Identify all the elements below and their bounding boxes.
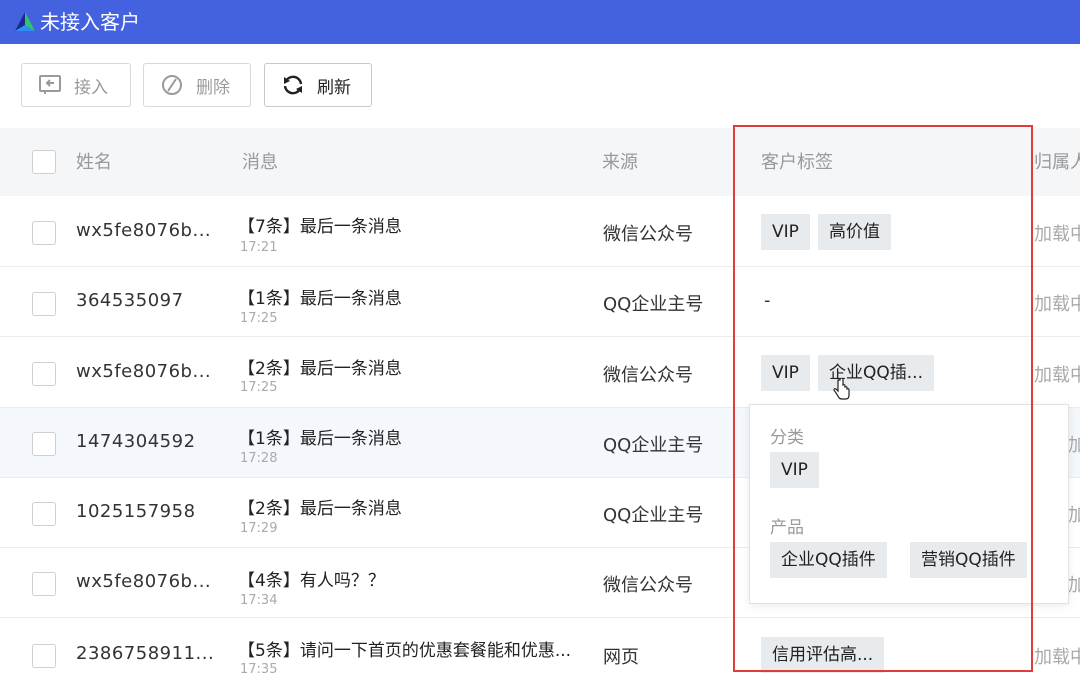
customer-name: wx5fe8076b... <box>76 361 212 382</box>
customer-name: wx5fe8076b... <box>76 220 212 241</box>
customer-tag[interactable]: VIP <box>761 355 810 391</box>
tag-popover: 分类 VIP 产品 企业QQ插件 营销QQ插件 <box>749 404 1069 604</box>
delete-button[interactable]: 删除 <box>143 63 251 107</box>
header-belong: 归属人 <box>1034 152 1080 173</box>
source-text: 网页 <box>603 647 639 668</box>
accept-label: 接入 <box>74 77 108 98</box>
source-text: QQ企业主号 <box>603 294 704 315</box>
message-time: 17:29 <box>240 521 278 536</box>
refresh-icon <box>283 75 303 95</box>
message-text: 【2条】最后一条消息 <box>238 499 402 519</box>
popover-tag[interactable]: 营销QQ插件 <box>910 542 1027 578</box>
customer-name: 364535097 <box>76 290 184 311</box>
belong-text: 加 <box>1068 505 1080 526</box>
popover-tag[interactable]: VIP <box>770 452 819 488</box>
no-tags-placeholder: - <box>764 290 771 311</box>
source-text: 微信公众号 <box>603 365 693 386</box>
customer-tag[interactable]: 高价值 <box>818 214 891 250</box>
source-text: QQ企业主号 <box>603 505 704 526</box>
source-text: QQ企业主号 <box>603 435 704 456</box>
tag-group-label: 产品 <box>770 518 804 538</box>
belong-text: 加载中 <box>1034 224 1080 245</box>
customer-tag-truncated[interactable]: 信用评估高... <box>761 637 885 673</box>
belong-text: 加 <box>1068 435 1080 456</box>
message-text: 【2条】最后一条消息 <box>238 359 402 379</box>
message-time: 17:25 <box>240 380 278 395</box>
message-time: 17:34 <box>240 593 278 608</box>
hand-cursor-icon <box>833 378 850 400</box>
title-bar: 未接入客户 <box>0 0 1080 44</box>
belong-text: 加载中 <box>1034 647 1080 668</box>
accept-icon <box>39 75 61 94</box>
app-logo-icon <box>15 12 35 31</box>
message-text: 【1条】最后一条消息 <box>238 289 402 309</box>
header-tags: 客户标签 <box>761 152 833 173</box>
accept-button[interactable]: 接入 <box>21 63 131 107</box>
row-checkbox[interactable] <box>32 572 56 596</box>
select-all-checkbox[interactable] <box>32 150 56 174</box>
header-name: 姓名 <box>76 152 112 173</box>
message-text: 【5条】请问一下首页的优惠套餐能和优惠... <box>238 641 572 661</box>
row-checkbox[interactable] <box>32 362 56 386</box>
customer-name: 1025157958 <box>76 501 196 522</box>
belong-text: 加载中 <box>1034 294 1080 315</box>
customer-name: wx5fe8076b... <box>76 571 212 592</box>
belong-text: 加 <box>1068 575 1080 596</box>
customer-tag[interactable]: VIP <box>761 214 810 250</box>
customer-name: 2386758911... <box>76 643 215 664</box>
table-header <box>0 128 1080 196</box>
delete-label: 删除 <box>196 77 230 98</box>
customer-name: 1474304592 <box>76 431 196 452</box>
tag-group-label: 分类 <box>770 428 804 448</box>
message-time: 17:21 <box>240 240 278 255</box>
header-source: 来源 <box>602 152 638 173</box>
source-text: 微信公众号 <box>603 575 693 596</box>
forbidden-icon <box>162 75 182 95</box>
header-message: 消息 <box>242 152 278 173</box>
message-time: 17:25 <box>240 311 278 326</box>
source-text: 微信公众号 <box>603 224 693 245</box>
window-title: 未接入客户 <box>40 10 140 34</box>
message-time: 17:28 <box>240 451 278 466</box>
row-checkbox[interactable] <box>32 502 56 526</box>
belong-text: 加载中 <box>1034 365 1080 386</box>
message-text: 【1条】最后一条消息 <box>238 429 402 449</box>
row-checkbox[interactable] <box>32 221 56 245</box>
refresh-label: 刷新 <box>317 77 351 98</box>
row-checkbox[interactable] <box>32 292 56 316</box>
row-checkbox[interactable] <box>32 644 56 668</box>
message-text: 【7条】最后一条消息 <box>238 217 402 237</box>
row-checkbox[interactable] <box>32 432 56 456</box>
message-text: 【4条】有人吗？？ <box>238 571 385 591</box>
refresh-button[interactable]: 刷新 <box>264 63 372 107</box>
popover-tag[interactable]: 企业QQ插件 <box>770 542 887 578</box>
